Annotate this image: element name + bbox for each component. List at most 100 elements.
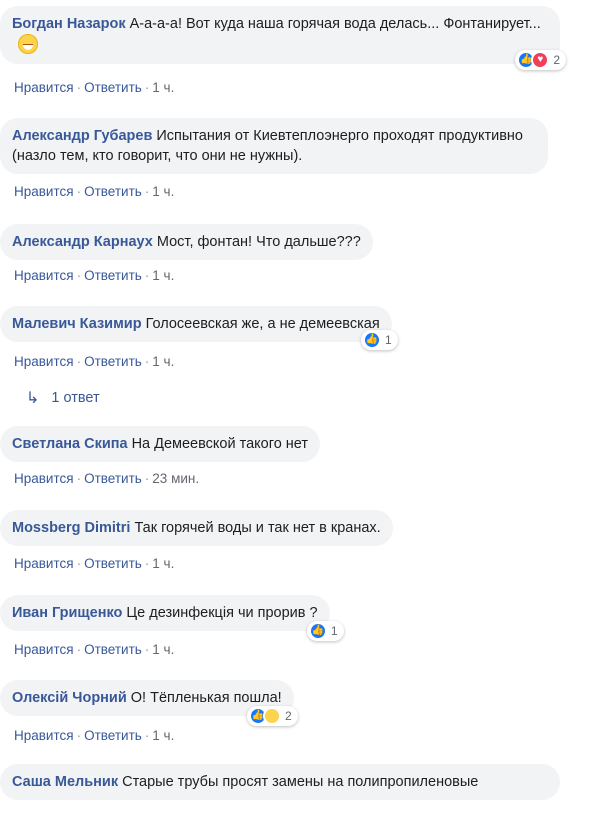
comment-author-link[interactable]: Малевич Казимир — [12, 316, 142, 332]
reply-link[interactable]: Ответить — [84, 556, 142, 571]
timestamp[interactable]: 1 ч. — [152, 354, 174, 369]
comment-author-link[interactable]: Светлана Скипа — [12, 436, 128, 452]
comment-author-link[interactable]: Александр Губарев — [12, 128, 152, 144]
reaction-summary[interactable]: 👍 1 — [361, 330, 398, 350]
reaction-summary[interactable]: 👍 ♥ 2 — [515, 50, 566, 70]
comment-actions: Нравится · Ответить · 1 ч. — [14, 268, 174, 283]
comment: Богдан Назарок А-а-а-а! Вот куда наша гор… — [0, 6, 566, 70]
comment-author-link[interactable]: Иван Грищенко — [12, 605, 122, 621]
reaction-count: 2 — [553, 53, 560, 67]
separator: · — [76, 642, 82, 657]
separator: · — [76, 80, 82, 95]
like-link[interactable]: Нравится — [14, 642, 74, 657]
comment-bubble: Mossberg Dimitri Так горячей воды и так н… — [0, 510, 393, 546]
like-reaction-icon: 👍 — [363, 331, 381, 349]
like-link[interactable]: Нравится — [14, 354, 74, 369]
reply-arrow-icon: ↳ — [26, 390, 40, 407]
timestamp[interactable]: 1 ч. — [152, 556, 174, 571]
comment-author-link[interactable]: Mossberg Dimitri — [12, 520, 130, 536]
comment-text: Це дезинфекція чи прорив ? — [126, 605, 318, 621]
comment-thread: Богдан Назарок А-а-а-а! Вот куда наша гор… — [0, 0, 600, 823]
separator: · — [144, 471, 150, 486]
timestamp[interactable]: 1 ч. — [152, 184, 174, 199]
comment-actions: Нравится · Ответить · 1 ч. — [14, 354, 174, 369]
comment-bubble: Александр Карнаух Мост, фонтан! Что дальш… — [0, 224, 373, 260]
grinning-emoji-icon — [18, 34, 38, 54]
comment-bubble: Иван Грищенко Це дезинфекція чи прорив ? … — [0, 595, 344, 641]
comment: Малевич Казимир Голосеевская же, а не дем… — [0, 306, 398, 350]
comment-actions: Нравится · Ответить · 1 ч. — [14, 80, 174, 95]
separator: · — [144, 268, 150, 283]
comment-text: Старые трубы просят замены на полипропил… — [122, 774, 479, 790]
reaction-count: 1 — [330, 624, 338, 638]
like-link[interactable]: Нравится — [14, 184, 74, 199]
comment-actions: Нравится · Ответить · 23 мин. — [14, 471, 199, 486]
comment-text: О! Тёпленькая пошла! — [130, 690, 282, 706]
separator: · — [144, 184, 150, 199]
separator: · — [76, 354, 82, 369]
comment-author-link[interactable]: Александр Карнаух — [12, 234, 153, 250]
comment: Mossberg Dimitri Так горячей воды и так н… — [0, 510, 393, 546]
comment-text: Мост, фонтан! Что дальше??? — [156, 234, 361, 250]
timestamp[interactable]: 1 ч. — [152, 642, 174, 657]
like-link[interactable]: Нравится — [14, 728, 74, 743]
reply-link[interactable]: Ответить — [84, 268, 142, 283]
separator: · — [76, 471, 82, 486]
comment-bubble: Саша Мельник Старые трубы просят замены н… — [0, 764, 560, 800]
timestamp[interactable]: 1 ч. — [152, 80, 174, 95]
comment-author-link[interactable]: Саша Мельник — [12, 774, 118, 790]
reaction-summary[interactable]: 👍 2 — [246, 706, 298, 726]
replies-count-label: 1 ответ — [51, 390, 100, 406]
reaction-count: 1 — [385, 333, 392, 347]
reply-link[interactable]: Ответить — [84, 184, 142, 199]
reaction-count: 2 — [284, 709, 292, 723]
like-link[interactable]: Нравится — [14, 471, 74, 486]
reply-link[interactable]: Ответить — [84, 80, 142, 95]
reply-link[interactable]: Ответить — [84, 728, 142, 743]
timestamp[interactable]: 23 мин. — [152, 471, 199, 486]
like-link[interactable]: Нравится — [14, 556, 74, 571]
timestamp[interactable]: 1 ч. — [152, 268, 174, 283]
comment-text: На Демеевской такого нет — [131, 436, 309, 452]
comment-text: Так горячей воды и так нет в кранах. — [134, 520, 381, 536]
separator: · — [76, 268, 82, 283]
like-link[interactable]: Нравится — [14, 80, 74, 95]
reply-link[interactable]: Ответить — [84, 642, 142, 657]
comment: Иван Грищенко Це дезинфекція чи прорив ? … — [0, 595, 344, 641]
comment-text: А-а-а-а! Вот куда наша горячая вода дела… — [129, 16, 541, 32]
like-link[interactable]: Нравится — [14, 268, 74, 283]
reply-link[interactable]: Ответить — [84, 354, 142, 369]
haha-reaction-icon — [262, 707, 281, 725]
comment-actions: Нравится · Ответить · 1 ч. — [14, 184, 174, 199]
separator: · — [144, 80, 150, 95]
reaction-summary[interactable]: 👍 1 — [306, 621, 344, 641]
timestamp[interactable]: 1 ч. — [152, 728, 174, 743]
separator: · — [76, 556, 82, 571]
separator: · — [76, 728, 82, 743]
comment-author-link[interactable]: Олексій Чорний — [12, 690, 127, 706]
comment: Александр Губарев Испытания от Киевтеплоэ… — [0, 118, 548, 174]
separator: · — [144, 728, 150, 743]
reply-link[interactable]: Ответить — [84, 471, 142, 486]
comment-bubble: Малевич Казимир Голосеевская же, а не дем… — [0, 306, 398, 350]
separator: · — [144, 556, 150, 571]
comment-bubble: Светлана Скипа На Демеевской такого нет — [0, 426, 321, 462]
comment-actions: Нравится · Ответить · 1 ч. — [14, 556, 174, 571]
view-replies-link[interactable]: ↳ 1 ответ — [26, 388, 100, 408]
comment: Светлана Скипа На Демеевской такого нет — [0, 426, 321, 462]
comment-bubble: Александр Губарев Испытания от Киевтеплоэ… — [0, 118, 548, 174]
separator: · — [76, 184, 82, 199]
separator: · — [144, 642, 150, 657]
love-reaction-icon: ♥ — [531, 51, 550, 69]
comment: Саша Мельник Старые трубы просят замены н… — [0, 764, 560, 800]
like-reaction-icon: 👍 — [308, 622, 327, 640]
comment-author-link[interactable]: Богдан Назарок — [12, 16, 126, 32]
separator: · — [144, 354, 150, 369]
comment-bubble: Богдан Назарок А-а-а-а! Вот куда наша гор… — [0, 6, 566, 70]
comment-actions: Нравится · Ответить · 1 ч. — [14, 642, 174, 657]
comment-text: Голосеевская же, а не демеевская — [145, 316, 380, 332]
comment-bubble: Олексій Чорний О! Тёпленькая пошла! 👍 2 — [0, 680, 298, 726]
comment: Александр Карнаух Мост, фонтан! Что дальш… — [0, 224, 373, 260]
comment-actions: Нравится · Ответить · 1 ч. — [14, 728, 174, 743]
comment: Олексій Чорний О! Тёпленькая пошла! 👍 2 — [0, 680, 298, 726]
